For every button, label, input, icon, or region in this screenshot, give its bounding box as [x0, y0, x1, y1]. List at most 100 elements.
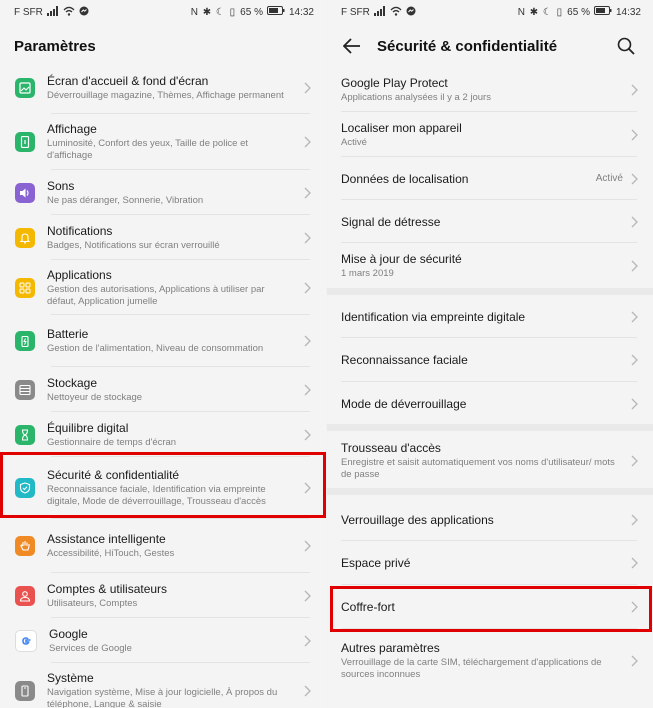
chevron-right-icon: [298, 384, 316, 396]
settings-item-subtitle: Gestion de l'alimentation, Niveau de con…: [47, 343, 264, 354]
settings-item-subtitle: Déverrouillage magazine, Thèmes, Afficha…: [47, 90, 284, 101]
settings-item-title: Système: [47, 671, 94, 685]
battery-icon: [266, 6, 285, 18]
settings-item-title: Équilibre digital: [47, 420, 129, 435]
status-icons: N ✱ ☾ ▯: [517, 6, 564, 18]
settings-item-subtitle: Ne pas déranger, Sonnerie, Vibration: [47, 194, 204, 206]
shield-icon: [15, 478, 35, 498]
clock: 14:32: [615, 6, 641, 18]
chevron-right-icon: [298, 82, 316, 94]
security-item-title: Identification via empreinte digitale: [341, 309, 526, 324]
battery-percent: 65 %: [240, 6, 263, 18]
display-icon: [15, 132, 35, 152]
settings-item-title: Stockage: [47, 375, 98, 390]
settings-item-storage[interactable]: Stockage Nettoyeur de stockage: [0, 367, 326, 412]
settings-item-subtitle: Badges, Notifications sur écran verrouil…: [47, 239, 220, 251]
battery-percent: 65 %: [567, 6, 590, 18]
security-item[interactable]: Données de localisation Activé: [327, 157, 653, 200]
settings-item-sound[interactable]: Sons Ne pas déranger, Sonnerie, Vibration: [0, 170, 326, 215]
chevron-right-icon: [298, 187, 316, 199]
settings-item-bell[interactable]: Notifications Badges, Notifications sur é…: [0, 215, 326, 260]
section-gap: [327, 288, 653, 295]
screens: F SFR N ✱ ☾ ▯ 65 % 14:32 Paramètres Écra…: [0, 0, 653, 708]
settings-item-title: Comptes & utilisateurs: [47, 581, 168, 596]
chevron-right-icon: [625, 260, 643, 272]
security-item[interactable]: Mode de déverrouillage: [327, 382, 653, 426]
security-item[interactable]: Mise à jour de sécurité 1 mars 2019: [327, 243, 653, 288]
settings-item-subtitle: Accessibilité, HiTouch, Gestes: [47, 548, 175, 559]
back-arrow-icon[interactable]: [341, 35, 363, 57]
settings-item-user[interactable]: Comptes & utilisateurs Utilisateurs, Comp…: [0, 573, 326, 618]
chevron-right-icon: [625, 455, 643, 467]
settings-item-google[interactable]: Google Services de Google: [0, 618, 326, 663]
settings-item-title: Sons: [47, 178, 75, 193]
settings-item-hand[interactable]: Assistance intelligente Accessibilité, Hi…: [0, 519, 326, 573]
settings-item-hourglass[interactable]: Équilibre digital Gestionnaire de temps d…: [0, 412, 326, 457]
chevron-right-icon: [625, 398, 643, 410]
security-item-title: Espace privé: [341, 556, 411, 570]
chevron-right-icon: [625, 557, 643, 569]
security-item-title: Autres paramètres: [341, 641, 440, 655]
settings-item-battery[interactable]: Batterie Gestion de l'alimentation, Nivea…: [0, 315, 326, 367]
settings-item-subtitle: Gestion des autorisations, Applications …: [47, 283, 265, 307]
security-item-title: Données de localisation: [341, 171, 469, 186]
user-icon: [15, 585, 35, 606]
security-item[interactable]: Verrouillage des applications: [327, 498, 653, 541]
settings-item-title: Batterie: [47, 327, 89, 341]
status-bar: F SFR N ✱ ☾ ▯ 65 % 14:32: [327, 0, 653, 24]
settings-item-subtitle: Reconnaissance faciale, Identification v…: [47, 484, 266, 507]
chevron-right-icon: [298, 335, 316, 347]
messenger-icon: [79, 6, 89, 19]
security-item[interactable]: Espace privé: [327, 541, 653, 585]
settings-item-subtitle: Services de Google: [49, 642, 132, 654]
settings-item-display[interactable]: Affichage Luminosité, Confort des yeux, T…: [0, 114, 326, 170]
settings-item-shield[interactable]: Sécurité & confidentialité Reconnaissance…: [0, 457, 326, 519]
carrier-label: F SFR: [14, 6, 43, 18]
settings-item-subtitle: Navigation système, Mise à jour logiciel…: [47, 687, 278, 708]
chevron-right-icon: [625, 311, 643, 323]
carrier-label: F SFR: [341, 6, 370, 18]
chevron-right-icon: [298, 635, 316, 647]
sound-icon: [15, 182, 35, 203]
security-item[interactable]: Localiser mon appareil Activé: [327, 112, 653, 157]
app-bar: Sécurité & confidentialité: [327, 24, 653, 68]
security-item[interactable]: Coffre-fort: [327, 585, 653, 629]
security-item-subtitle: Enregistre et saisit automatiquement vos…: [341, 457, 615, 480]
security-item-title: Localiser mon appareil: [341, 120, 462, 135]
page-title: Paramètres: [14, 37, 96, 55]
chevron-right-icon: [625, 173, 643, 185]
security-item-title: Mode de déverrouillage: [341, 397, 467, 411]
signal-icon: [373, 5, 386, 19]
search-icon[interactable]: [615, 35, 637, 57]
hand-icon: [15, 536, 35, 556]
security-item[interactable]: Reconnaissance faciale: [327, 338, 653, 382]
system-icon: [15, 681, 35, 701]
settings-item-wallpaper[interactable]: Écran d'accueil & fond d'écran Déverrouil…: [0, 62, 326, 114]
chevron-right-icon: [625, 514, 643, 526]
settings-item-subtitle: Nettoyeur de stockage: [47, 391, 143, 403]
chevron-right-icon: [298, 429, 316, 441]
security-item[interactable]: Signal de détresse: [327, 200, 653, 243]
security-item[interactable]: Trousseau d'accès Enregistre et saisit au…: [327, 431, 653, 491]
security-item[interactable]: Google Play Protect Applications analysée…: [327, 68, 653, 112]
messenger-icon: [406, 6, 416, 19]
google-icon: [15, 629, 37, 652]
security-item[interactable]: Autres paramètres Verrouillage de la cart…: [327, 631, 653, 691]
settings-item-system[interactable]: Système Navigation système, Mise à jour l…: [0, 663, 326, 708]
divider: [341, 628, 637, 629]
settings-item-title: Applications: [47, 267, 112, 282]
signal-icon: [46, 5, 59, 19]
security-item-subtitle: Applications analysées il y a 2 jours: [341, 92, 491, 103]
chevron-right-icon: [298, 136, 316, 148]
security-item[interactable]: Identification via empreinte digitale: [327, 295, 653, 338]
security-item-subtitle: 1 mars 2019: [341, 267, 394, 279]
settings-item-apps[interactable]: Applications Gestion des autorisations, A…: [0, 260, 326, 315]
chevron-right-icon: [298, 482, 316, 494]
security-item-title: Reconnaissance faciale: [341, 353, 468, 367]
settings-screen: F SFR N ✱ ☾ ▯ 65 % 14:32 Paramètres Écra…: [0, 0, 326, 708]
apps-icon: [15, 277, 35, 298]
battery-icon: [15, 331, 35, 351]
chevron-right-icon: [298, 590, 316, 602]
section-gap: [327, 488, 653, 495]
chevron-right-icon: [625, 216, 643, 228]
